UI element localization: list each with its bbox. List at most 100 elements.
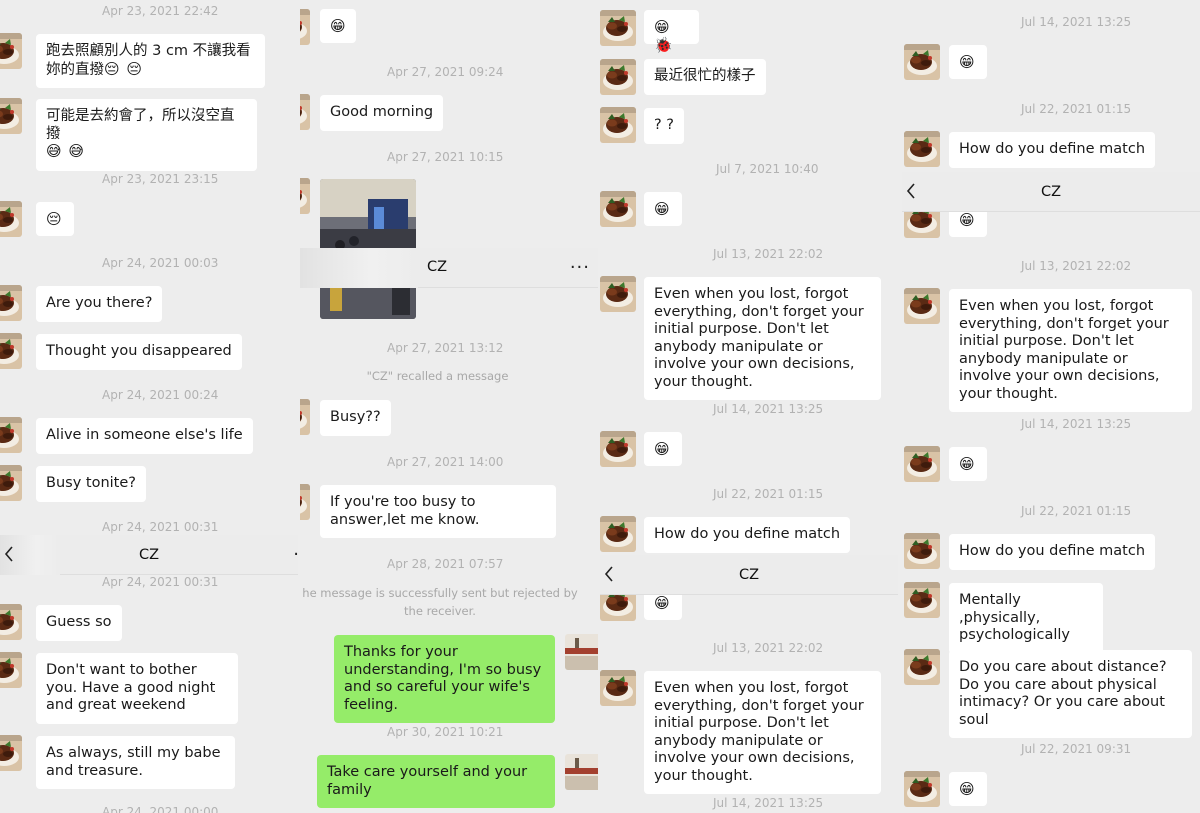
timestamp: Apr 30, 2021 10:21 — [387, 725, 504, 739]
my-avatar[interactable] — [565, 634, 598, 670]
timestamp: Apr 23, 2021 23:15 — [102, 172, 219, 186]
avatar[interactable] — [600, 107, 636, 143]
message-bubble[interactable]: Even when you lost, forgot everything, d… — [949, 289, 1192, 412]
avatar[interactable] — [300, 484, 310, 520]
avatar[interactable] — [0, 604, 22, 640]
more-dots-icon[interactable]: · — [293, 544, 298, 565]
chat-panel-3[interactable]: 😁 🐞 最近很忙的樣子 ? ? Jul 7, 2021 10:40 😁 Jul … — [600, 0, 898, 813]
message-bubble[interactable]: 😔 — [36, 202, 74, 236]
avatar[interactable] — [0, 333, 22, 369]
avatar[interactable] — [600, 10, 636, 46]
message-bubble[interactable]: Mentally ,physically, psychologically — [949, 583, 1103, 654]
message-bubble[interactable]: 😁 🐞 — [644, 10, 699, 53]
avatar[interactable] — [904, 582, 940, 618]
message-bubble[interactable]: 😁 — [949, 447, 987, 481]
message-bubble[interactable]: 😁 — [644, 432, 682, 466]
emoji-icon: 😁 — [959, 780, 976, 798]
avatar[interactable] — [0, 285, 22, 321]
avatar[interactable] — [904, 649, 940, 685]
avatar[interactable] — [0, 33, 22, 69]
message-text: Even when you lost, forgot everything, d… — [959, 298, 1169, 402]
avatar[interactable] — [0, 652, 22, 688]
my-avatar[interactable] — [565, 754, 598, 790]
message-bubble[interactable]: Don't want to bother you. Have a good ni… — [36, 653, 238, 724]
message-bubble[interactable]: As always, still my babe and treasure. — [36, 736, 235, 789]
message-bubble[interactable]: 😁 — [949, 772, 987, 806]
message-bubble[interactable]: Good morning — [320, 95, 444, 131]
emoji-icon: 😔 😔 — [104, 59, 144, 78]
chat-panel-1[interactable]: Apr 23, 2021 22:42 跑去照顧別人的 3 cm 不讓我看妳的直撥… — [0, 0, 298, 813]
message-bubble[interactable]: Are you there? — [36, 286, 163, 322]
message-bubble[interactable]: 😁 — [320, 9, 356, 43]
avatar[interactable] — [600, 670, 636, 706]
message-bubble[interactable]: Do you care about distance? Do you care … — [949, 650, 1192, 738]
message-bubble[interactable]: 😁 — [949, 45, 987, 79]
message-bubble[interactable]: Alive in someone else's life — [36, 418, 253, 454]
avatar[interactable] — [904, 771, 940, 807]
message-bubble[interactable]: How do you define match — [644, 517, 851, 553]
avatar[interactable] — [904, 44, 940, 80]
back-chevron-icon[interactable] — [906, 182, 916, 204]
message-bubble[interactable]: Busy tonite? — [36, 466, 146, 502]
avatar[interactable] — [904, 288, 940, 324]
message-bubble[interactable]: 😁 — [644, 192, 682, 226]
emoji-icon: 😁 — [959, 455, 976, 473]
message-text: Take care yourself and your family — [327, 764, 528, 798]
avatar[interactable] — [600, 431, 636, 467]
message-bubble[interactable]: 跑去照顧別人的 3 cm 不讓我看妳的直撥😔 😔 — [36, 34, 265, 88]
message-bubble[interactable]: Even when you lost, forgot everything, d… — [644, 671, 881, 794]
emoji-icon: 😁 — [654, 440, 671, 458]
avatar[interactable] — [904, 131, 940, 167]
timestamp: Jul 14, 2021 13:25 — [713, 796, 824, 810]
timestamp: Jul 13, 2021 22:02 — [713, 247, 824, 261]
avatar[interactable] — [0, 417, 22, 453]
message-text: Alive in someone else's life — [46, 427, 243, 443]
emoji-icon: 😁 — [959, 211, 976, 229]
avatar[interactable] — [300, 178, 310, 214]
message-bubble[interactable]: How do you define match — [949, 132, 1156, 168]
back-chevron-icon[interactable] — [604, 565, 614, 587]
avatar[interactable] — [600, 276, 636, 312]
emoji-icon: 😁 — [654, 594, 671, 612]
sent-message-bubble[interactable]: Take care yourself and your family — [317, 755, 555, 808]
message-text: How do you define match — [959, 141, 1146, 157]
avatar[interactable] — [0, 98, 22, 134]
timestamp: Jul 22, 2021 01:15 — [1021, 504, 1132, 518]
message-bubble[interactable]: Guess so — [36, 605, 122, 641]
message-bubble[interactable]: Busy?? — [320, 400, 391, 436]
message-bubble[interactable]: 可能是去約會了，所以沒空直撥 😅 😅 — [36, 99, 257, 171]
avatar[interactable] — [904, 446, 940, 482]
avatar[interactable] — [300, 94, 310, 130]
system-notice: "CZ" recalled a message — [366, 369, 509, 383]
avatar[interactable] — [600, 516, 636, 552]
timestamp: Jul 14, 2021 13:25 — [1021, 417, 1132, 431]
timestamp: Apr 28, 2021 07:57 — [387, 557, 504, 571]
avatar[interactable] — [300, 399, 310, 435]
emoji-icon: 😁 — [959, 53, 976, 71]
avatar[interactable] — [300, 9, 310, 45]
timestamp: Apr 27, 2021 13:12 — [387, 341, 504, 355]
avatar[interactable] — [0, 735, 22, 771]
message-bubble[interactable]: ? ? — [644, 108, 685, 144]
avatar[interactable] — [904, 533, 940, 569]
timestamp: Jul 22, 2021 09:31 — [1021, 742, 1132, 756]
timestamp: Jul 13, 2021 22:02 — [1021, 259, 1132, 273]
chat-panel-2[interactable]: 😁 Apr 27, 2021 09:24 Good morning Apr 27… — [300, 0, 598, 813]
emoji-icon: 😅 😅 — [46, 142, 86, 160]
message-bubble[interactable]: Even when you lost, forgot everything, d… — [644, 277, 881, 400]
chat-title: CZ — [427, 259, 448, 275]
message-bubble[interactable]: Thought you disappeared — [36, 334, 242, 370]
message-bubble[interactable]: If you're too busy to answer,let me know… — [320, 485, 556, 538]
more-dots-icon[interactable]: ··· — [570, 257, 590, 278]
emoji-icon: 😁 — [330, 17, 347, 35]
message-bubble[interactable]: How do you define match — [949, 534, 1156, 570]
back-chevron-icon[interactable] — [4, 545, 14, 567]
chat-panel-4[interactable]: Jul 14, 2021 13:25 😁 Jul 22, 2021 01:15 … — [902, 0, 1200, 813]
sent-message-bubble[interactable]: Thanks for your understanding, I'm so bu… — [334, 635, 555, 723]
avatar[interactable] — [600, 191, 636, 227]
avatar[interactable] — [0, 201, 22, 237]
timestamp: Apr 24, 2021 00:24 — [102, 388, 219, 402]
avatar[interactable] — [0, 465, 22, 501]
message-bubble[interactable]: 最近很忙的樣子 — [644, 59, 766, 95]
avatar[interactable] — [600, 59, 636, 95]
